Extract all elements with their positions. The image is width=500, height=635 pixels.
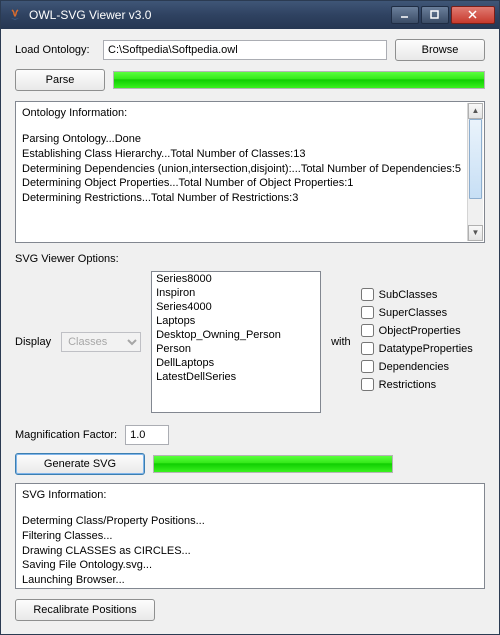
svg-options-label: SVG Viewer Options: [15,253,485,265]
ontology-info-line: Establishing Class Hierarchy...Total Num… [22,147,478,162]
list-item[interactable]: Desktop_Owning_Person [152,328,320,342]
subclasses-checkbox[interactable] [361,288,374,301]
ontology-info-line: Determining Dependencies (union,intersec… [22,162,478,177]
checkbox-label: SuperClasses [379,307,447,319]
with-label: with [331,336,351,348]
checkbox-label: SubClasses [379,289,438,301]
content-area: Load Ontology: Browse Parse Ontology Inf… [1,29,499,634]
objectproperties-checkbox[interactable] [361,324,374,337]
list-item[interactable]: Laptops [152,314,320,328]
svg-info-line: Filtering Classes... [22,529,478,544]
ontology-path-input[interactable] [103,40,387,60]
window-controls [391,6,495,24]
checkbox-label: Restrictions [379,379,436,391]
svg-info-box: SVG Information: Determing Class/Propert… [15,483,485,589]
scroll-down-icon[interactable]: ▼ [468,225,483,241]
list-item[interactable]: Series4000 [152,300,320,314]
minimize-button[interactable] [391,6,419,24]
generate-svg-button[interactable]: Generate SVG [15,453,145,475]
datatypeproperties-checkbox[interactable] [361,342,374,355]
load-ontology-label: Load Ontology: [15,44,95,56]
browse-button[interactable]: Browse [395,39,485,61]
checkbox-label: DatatypeProperties [379,343,473,355]
ontology-info-line: Determining Restrictions...Total Number … [22,191,478,206]
checkbox-label: Dependencies [379,361,449,373]
list-item[interactable]: Inspiron [152,286,320,300]
superclasses-checkbox[interactable] [361,306,374,319]
generate-progress [153,455,393,473]
class-listbox[interactable]: Series8000 Inspiron Series4000 Laptops D… [151,271,321,413]
checkbox-label: ObjectProperties [379,325,461,337]
ontology-info-line: Determining Object Properties...Total Nu… [22,176,478,191]
list-item[interactable]: Person [152,342,320,356]
ontology-info-header: Ontology Information: [22,106,478,121]
magnification-input[interactable] [125,425,169,445]
titlebar: OWL-SVG Viewer v3.0 [1,1,499,29]
display-label: Display [15,336,51,348]
list-item[interactable]: Series8000 [152,272,320,286]
close-button[interactable] [451,6,495,24]
recalibrate-button[interactable]: Recalibrate Positions [15,599,155,621]
dependencies-checkbox[interactable] [361,360,374,373]
svg-info-line: Launching Browser... [22,573,478,588]
display-select[interactable]: Classes [61,332,141,352]
restrictions-checkbox[interactable] [361,378,374,391]
ontology-info-line: Parsing Ontology...Done [22,132,478,147]
svg-info-line: Determing Class/Property Positions... [22,514,478,529]
list-item[interactable]: DellLaptops [152,356,320,370]
list-item[interactable]: LatestDellSeries [152,370,320,384]
app-window: OWL-SVG Viewer v3.0 Load Ontology: Brows… [0,0,500,635]
svg-info-header: SVG Information: [22,488,478,503]
window-title: OWL-SVG Viewer v3.0 [29,8,391,22]
ontology-info-box: Ontology Information: Parsing Ontology..… [15,101,485,243]
parse-button[interactable]: Parse [15,69,105,91]
svg-info-line: Drawing CLASSES as CIRCLES... [22,544,478,559]
parse-progress [113,71,485,89]
magnification-label: Magnification Factor: [15,429,117,441]
maximize-button[interactable] [421,6,449,24]
ontology-info-scrollbar[interactable]: ▲ ▼ [467,103,483,241]
scroll-up-icon[interactable]: ▲ [468,103,483,119]
java-icon [7,7,23,23]
svg-info-line: Saving File Ontology.svg... [22,558,478,573]
